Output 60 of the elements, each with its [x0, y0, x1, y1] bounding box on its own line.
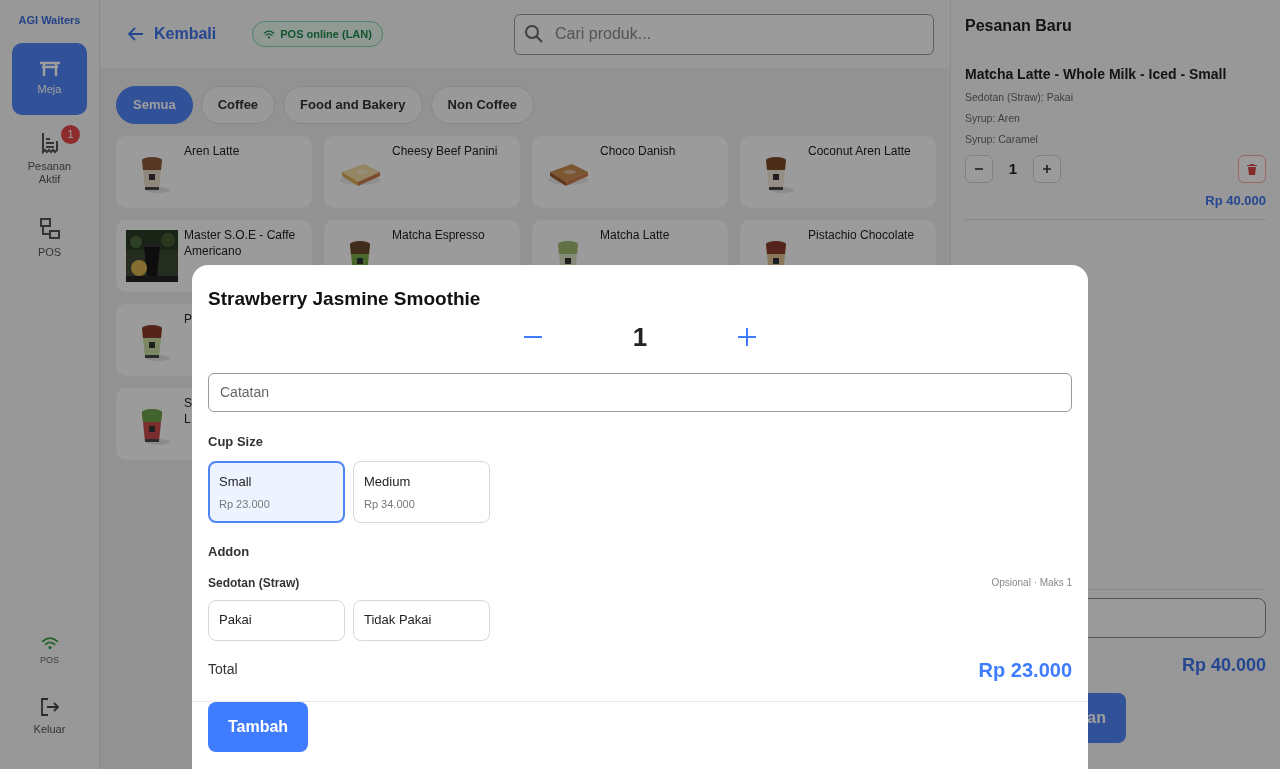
product-name: Coconut Aren Latte: [808, 144, 911, 160]
delete-button[interactable]: [1238, 155, 1266, 184]
increase-button[interactable]: [735, 325, 759, 349]
category-tab[interactable]: Food and Bakery: [283, 86, 423, 124]
product-name: Cheesy Beef Panini: [392, 144, 498, 160]
search-field[interactable]: Cari produk...: [514, 13, 934, 55]
product-name: Choco Danish: [600, 144, 676, 160]
option-button[interactable]: Small Rp 23.000: [208, 461, 345, 523]
search-icon: [524, 23, 544, 44]
order-item-name: Matcha Latte - Whole Milk - Iced - Small: [965, 65, 1228, 84]
plus-icon: [737, 327, 757, 347]
option-button[interactable]: Pakai: [208, 599, 345, 641]
product-name: Master S.O.E - Caffe Americano: [184, 228, 297, 260]
section-label: Cup Size: [208, 432, 264, 451]
product-name: Matcha Espresso: [392, 228, 485, 244]
quantity-value: 1: [1007, 159, 1019, 179]
connection-label: POS: [40, 653, 59, 667]
product-card[interactable]: Aren Latte: [116, 136, 312, 208]
receipt-icon: [40, 131, 59, 154]
table-icon: [38, 61, 61, 78]
increase-button[interactable]: [1033, 155, 1061, 184]
wifi-icon: [263, 29, 276, 39]
order-total: Rp 40.000: [1181, 655, 1266, 675]
logout-icon: [39, 696, 60, 717]
app-title: AGI Waiters: [17, 13, 82, 28]
section-label: Addon: [208, 543, 251, 561]
total-amount: Rp 23.000: [978, 657, 1072, 683]
group-rule: Opsional · Maks 1: [991, 576, 1072, 590]
order-item-detail: Sedotan (Straw): Pakai: [965, 90, 1074, 105]
sidebar-item[interactable]: Pesanan Aktif 1: [12, 122, 87, 195]
note-field[interactable]: Catatan: [208, 372, 1072, 412]
plus-icon: [1042, 164, 1052, 175]
minus-icon: [523, 336, 543, 338]
add-button[interactable]: Tambah: [208, 701, 308, 752]
product-card[interactable]: Cheesy Beef Panini: [324, 136, 520, 208]
option-button[interactable]: Tidak Pakai: [353, 599, 490, 641]
status-badge: POS online (LAN): [252, 20, 383, 48]
item-price: Rp 40.000: [1204, 192, 1266, 211]
order-item-detail: Syrup: Caramel: [965, 131, 1039, 147]
notification-badge: 1: [61, 124, 80, 144]
logout-button[interactable]: Keluar: [12, 691, 87, 741]
trash-icon: [1247, 163, 1257, 175]
product-name: Pistachio Chocolate: [808, 228, 915, 244]
product-card[interactable]: Choco Danish: [532, 136, 728, 208]
product-name: Aren Latte: [184, 144, 240, 160]
product-name: S L: [184, 396, 192, 428]
network-icon: [38, 218, 61, 241]
category-tab[interactable]: Non Coffee: [430, 86, 534, 124]
product-name: P: [184, 312, 192, 328]
order-item-detail: Syrup: Aren: [965, 110, 1021, 126]
product-name: Matcha Latte: [600, 228, 670, 244]
category-tab[interactable]: Coffee: [200, 86, 276, 124]
panel-title: Pesanan Baru: [965, 16, 1073, 36]
group-label: Sedotan (Straw): [208, 574, 300, 592]
back-arrow-icon: [128, 27, 144, 41]
quantity-value: 1: [631, 320, 649, 354]
total-label: Total: [208, 660, 238, 679]
option-button[interactable]: Medium Rp 34.000: [353, 461, 490, 523]
sidebar-item[interactable]: POS: [12, 202, 87, 275]
product-card[interactable]: Coconut Aren Latte: [740, 136, 936, 208]
